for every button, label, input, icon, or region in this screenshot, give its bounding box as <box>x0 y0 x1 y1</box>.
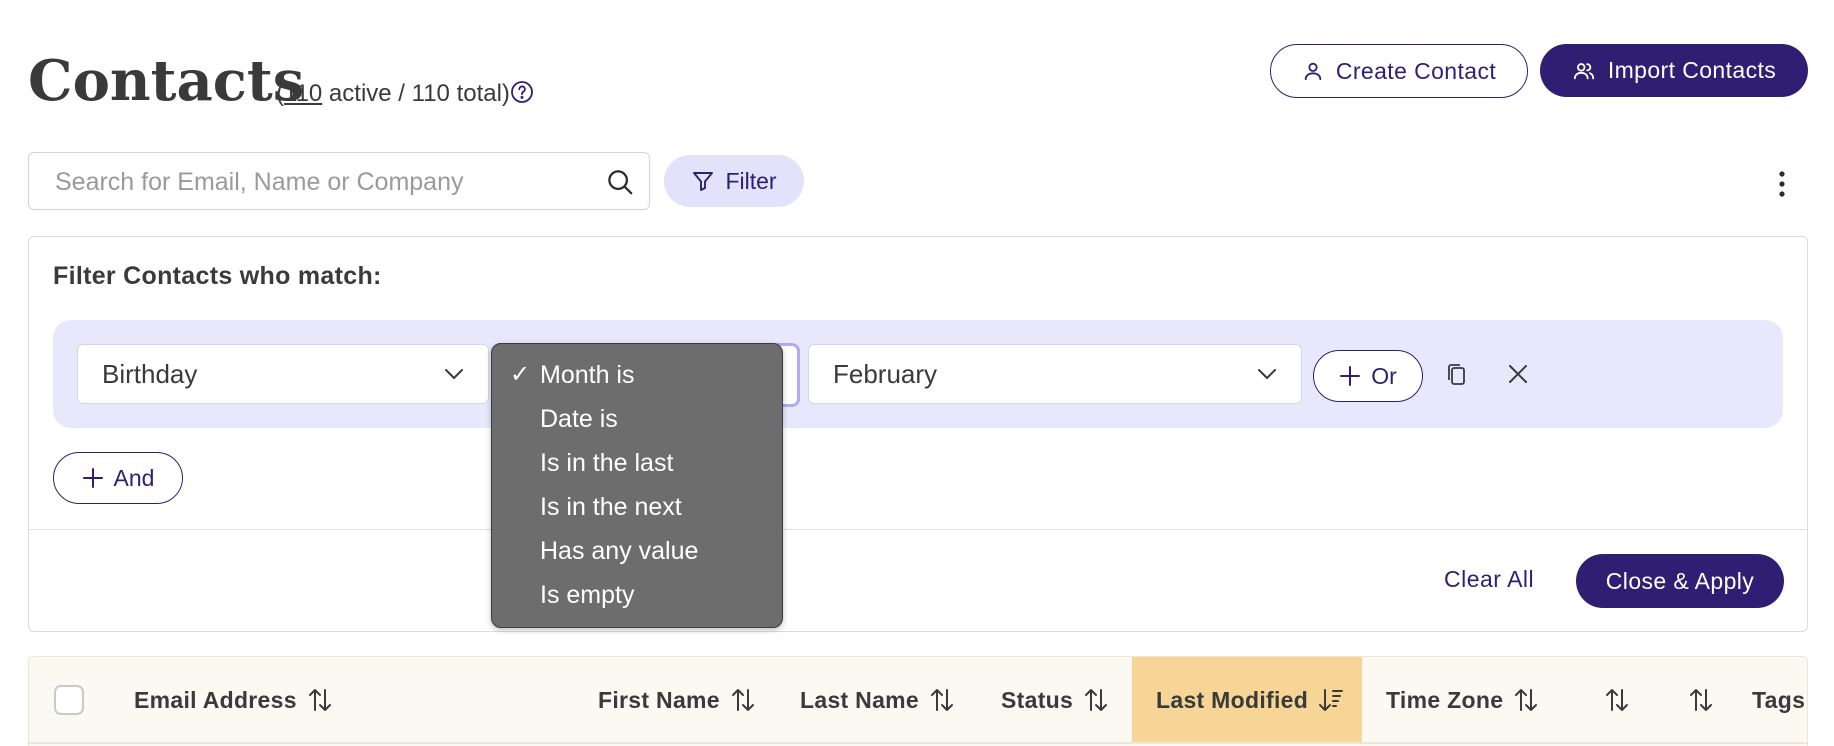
dropdown-option-has-any-value[interactable]: Has any value <box>492 529 782 573</box>
select-all-checkbox[interactable] <box>54 685 84 715</box>
or-label: Or <box>1371 362 1397 389</box>
chevron-down-icon <box>1257 368 1277 380</box>
operator-dropdown-menu: ✓ Month is Date is Is in the last Is in t… <box>491 343 783 628</box>
help-icon[interactable] <box>510 80 534 104</box>
users-icon <box>1572 60 1596 82</box>
field-select-value: Birthday <box>102 358 198 389</box>
dropdown-option-is-empty[interactable]: Is empty <box>492 573 782 617</box>
close-apply-button[interactable]: Close & Apply <box>1576 554 1784 608</box>
table-header-divider <box>28 742 1808 744</box>
funnel-icon <box>691 169 715 193</box>
plus-icon <box>82 467 104 489</box>
sort-icon[interactable] <box>1688 687 1714 713</box>
dropdown-option-is-in-the-next[interactable]: Is in the next <box>492 485 782 529</box>
sort-icon[interactable] <box>307 687 333 713</box>
field-select[interactable]: Birthday <box>77 344 489 404</box>
column-time-zone[interactable]: Time Zone <box>1386 686 1539 714</box>
sort-icon[interactable] <box>1513 687 1539 713</box>
checkmark-icon: ✓ <box>510 361 531 388</box>
column-status[interactable]: Status <box>1001 686 1109 714</box>
import-contacts-label: Import Contacts <box>1607 57 1777 83</box>
close-apply-label: Close & Apply <box>1605 567 1755 594</box>
copy-icon[interactable] <box>1445 362 1469 388</box>
active-count-link[interactable]: 110 <box>284 80 322 107</box>
add-or-button[interactable]: Or <box>1313 350 1423 402</box>
chevron-down-icon <box>444 368 464 380</box>
sort-icon[interactable] <box>1604 687 1630 713</box>
value-select-value: February <box>833 358 938 389</box>
dropdown-option-date-is[interactable]: Date is <box>492 397 782 441</box>
column-email-address[interactable]: Email Address <box>134 686 333 714</box>
add-and-button[interactable]: And <box>53 452 183 504</box>
filter-label: Filter <box>725 167 777 194</box>
user-icon <box>1302 60 1324 82</box>
create-contact-label: Create Contact <box>1335 57 1497 84</box>
contact-count: (110 active / 110 total) <box>276 80 510 107</box>
sort-icon[interactable] <box>929 687 955 713</box>
column-tags[interactable]: Tags <box>1752 686 1805 714</box>
panel-divider <box>29 529 1807 530</box>
create-contact-button[interactable]: Create Contact <box>1270 44 1528 98</box>
search-icon[interactable] <box>605 167 635 197</box>
column-last-name[interactable]: Last Name <box>800 686 955 714</box>
close-icon[interactable] <box>1506 362 1530 386</box>
sort-desc-icon[interactable] <box>1318 687 1344 713</box>
sort-icon[interactable] <box>1083 687 1109 713</box>
filter-panel <box>28 236 1808 632</box>
filter-button[interactable]: Filter <box>664 155 804 207</box>
column-unnamed-1[interactable] <box>1594 686 1630 714</box>
plus-icon <box>1339 365 1361 387</box>
sort-icon[interactable] <box>730 687 756 713</box>
column-unnamed-2[interactable] <box>1678 686 1714 714</box>
kebab-icon[interactable] <box>1778 170 1786 198</box>
column-last-modified[interactable]: Last Modified <box>1156 686 1344 714</box>
value-select[interactable]: February <box>808 344 1302 404</box>
clear-all-button[interactable]: Clear All <box>1444 566 1534 593</box>
search-box <box>28 152 650 211</box>
dropdown-option-month-is[interactable]: ✓ Month is <box>492 353 782 397</box>
search-input[interactable] <box>53 153 597 211</box>
import-contacts-button[interactable]: Import Contacts <box>1540 44 1808 97</box>
and-label: And <box>113 464 155 491</box>
page-title: Contacts <box>28 48 305 114</box>
dropdown-option-is-in-the-last[interactable]: Is in the last <box>492 441 782 485</box>
filter-panel-heading: Filter Contacts who match: <box>53 262 382 290</box>
column-first-name[interactable]: First Name <box>598 686 756 714</box>
